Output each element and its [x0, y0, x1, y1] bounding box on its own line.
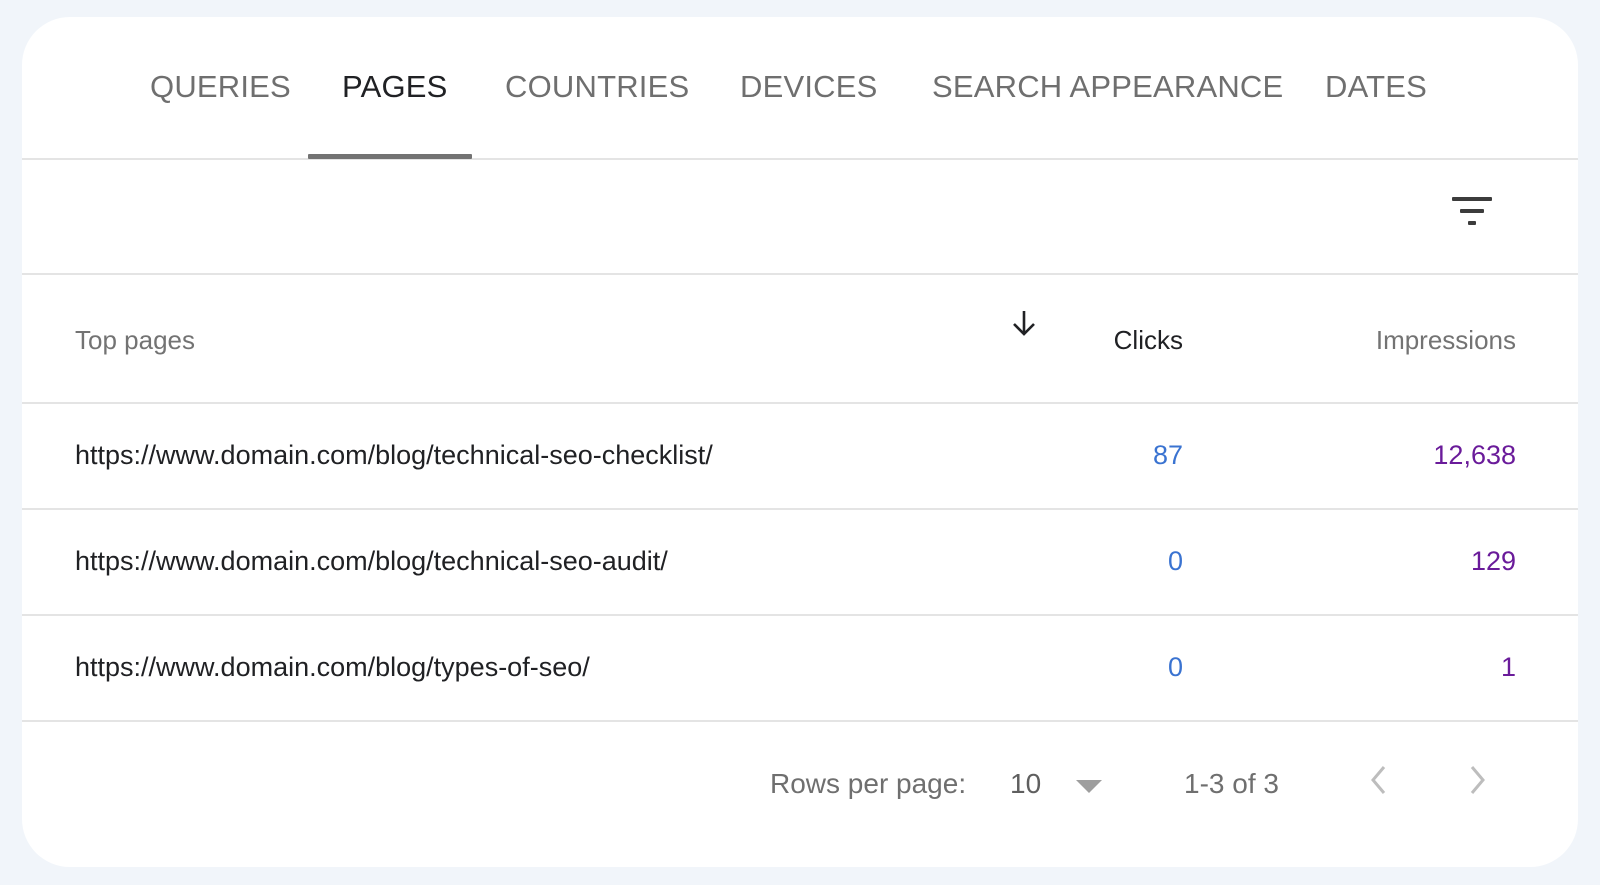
- performance-table-card: QUERIES PAGES COUNTRIES DEVICES SEARCH A…: [22, 17, 1578, 867]
- clicks-value: 0: [1167, 546, 1183, 576]
- table-row[interactable]: https://www.domain.com/blog/technical-se…: [22, 510, 1578, 616]
- arrow-down-icon[interactable]: [1010, 308, 1038, 338]
- impressions-value: 12,638: [1433, 440, 1516, 470]
- rows-per-page-label: Rows per page:: [770, 768, 967, 799]
- tab-queries[interactable]: QUERIES: [150, 69, 291, 105]
- table-row[interactable]: https://www.domain.com/blog/technical-se…: [22, 404, 1578, 510]
- table-toolbar: [22, 160, 1578, 275]
- clicks-value: 87: [1152, 440, 1183, 470]
- chevron-left-icon[interactable]: [1364, 762, 1394, 798]
- pagination-bar: Rows per page: 10 1-3 of 3: [22, 722, 1578, 842]
- column-header-top-pages[interactable]: Top pages: [75, 325, 195, 356]
- column-header-clicks[interactable]: Clicks: [1114, 325, 1183, 356]
- filter-list-icon[interactable]: [1450, 195, 1494, 229]
- page-url[interactable]: https://www.domain.com/blog/technical-se…: [75, 440, 713, 471]
- column-header-impressions[interactable]: Impressions: [1376, 325, 1516, 356]
- page-url[interactable]: https://www.domain.com/blog/types-of-seo…: [75, 652, 590, 683]
- impressions-value: 129: [1470, 546, 1516, 576]
- chevron-right-icon[interactable]: [1462, 762, 1492, 798]
- caret-down-icon[interactable]: [1076, 780, 1102, 793]
- pagination-range: 1-3 of 3: [1184, 768, 1279, 799]
- table-row[interactable]: https://www.domain.com/blog/types-of-seo…: [22, 616, 1578, 722]
- tab-devices[interactable]: DEVICES: [740, 69, 878, 105]
- active-tab-indicator: [308, 154, 472, 159]
- tab-pages[interactable]: PAGES: [342, 69, 448, 105]
- clicks-value: 0: [1167, 652, 1183, 682]
- tab-dates[interactable]: DATES: [1325, 69, 1427, 105]
- tab-countries[interactable]: COUNTRIES: [505, 69, 689, 105]
- impressions-value: 1: [1500, 652, 1516, 682]
- table-header: Top pages Clicks Impressions: [22, 275, 1578, 404]
- tab-bar: QUERIES PAGES COUNTRIES DEVICES SEARCH A…: [22, 17, 1578, 160]
- tab-search-appearance[interactable]: SEARCH APPEARANCE: [932, 69, 1283, 105]
- rows-per-page-select[interactable]: 10: [1010, 768, 1041, 800]
- page-url[interactable]: https://www.domain.com/blog/technical-se…: [75, 546, 668, 577]
